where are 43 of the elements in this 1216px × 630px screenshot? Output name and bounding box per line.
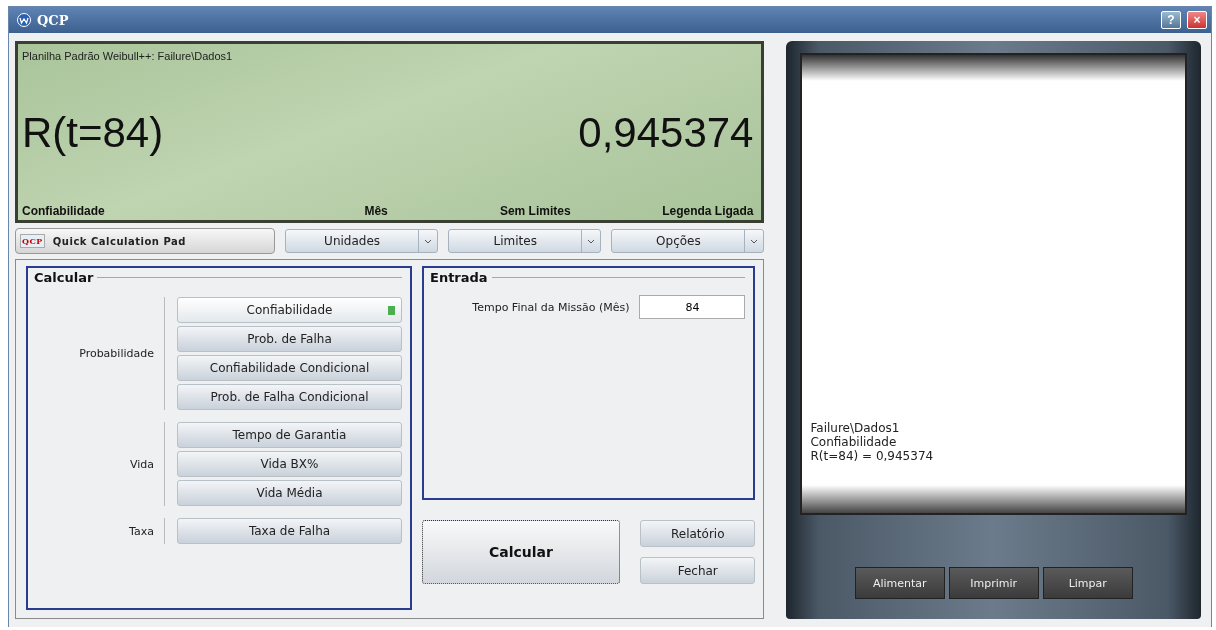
source-label: Planilha Padrão Weibull++: Failure\Dados1 bbox=[22, 50, 233, 62]
dropdown-button[interactable]: Opções bbox=[611, 229, 765, 253]
output-line: R(t=84) = 0,945374 bbox=[810, 449, 935, 463]
calculation-button[interactable]: Vida BX% bbox=[177, 451, 402, 477]
chevron-down-icon bbox=[750, 238, 759, 244]
status-label: Legenda Ligada bbox=[662, 204, 754, 218]
close-button[interactable]: Fechar bbox=[640, 557, 756, 584]
field-label: Tempo Final da Missão (Mês) bbox=[472, 300, 630, 314]
chevron-down-icon bbox=[424, 238, 433, 244]
calculation-button[interactable]: Confiabilidade bbox=[177, 297, 402, 323]
dropdown-button[interactable]: Limites bbox=[448, 229, 602, 253]
calculation-button[interactable]: Prob. de Falha Condicional bbox=[177, 384, 402, 410]
calculation-button[interactable]: Vida Média bbox=[177, 480, 402, 506]
group-title: Entrada bbox=[430, 270, 488, 285]
printer-button[interactable]: Alimentar bbox=[854, 567, 945, 599]
close-button[interactable]: × bbox=[1187, 11, 1207, 29]
qcp-logo: QCP bbox=[20, 234, 45, 248]
dropdown-button[interactable]: Unidades bbox=[285, 229, 439, 253]
chevron-down-icon bbox=[587, 238, 596, 244]
result-value: 0,945374 bbox=[578, 109, 754, 157]
category-label: Probabilidade bbox=[79, 347, 155, 360]
status-label: Sem Limites bbox=[499, 204, 571, 218]
status-label: Mês bbox=[364, 204, 388, 218]
output-line: Failure\Dados1 bbox=[810, 421, 901, 435]
calculation-button[interactable]: Tempo de Garantia bbox=[177, 422, 402, 448]
output-line: Confiabilidade bbox=[810, 435, 898, 449]
calculate-button[interactable]: Calcular bbox=[422, 520, 620, 584]
report-button[interactable]: Relatório bbox=[640, 520, 756, 547]
window-title: QCP bbox=[37, 12, 70, 28]
input-field[interactable]: 84 bbox=[639, 295, 746, 319]
printer-button[interactable]: Limpar bbox=[1042, 567, 1133, 599]
status-label: Confiabilidade bbox=[22, 204, 105, 218]
calculation-button[interactable]: Prob. de Falha bbox=[177, 326, 402, 352]
indicator-icon bbox=[388, 306, 395, 315]
printer-button[interactable]: Imprimir bbox=[948, 567, 1039, 599]
category-label: Taxa bbox=[129, 524, 155, 538]
expression-label: R(t=84) bbox=[22, 109, 164, 157]
group-title: Calcular bbox=[34, 270, 94, 285]
calculation-button[interactable]: Taxa de Falha bbox=[177, 518, 402, 544]
calculation-button[interactable]: Confiabilidade Condicional bbox=[177, 355, 402, 381]
category-label: Vida bbox=[129, 457, 155, 471]
app-logo-icon bbox=[17, 13, 31, 27]
quick-calculation-pad-button[interactable]: QCP Quick Calculation Pad bbox=[15, 228, 275, 254]
